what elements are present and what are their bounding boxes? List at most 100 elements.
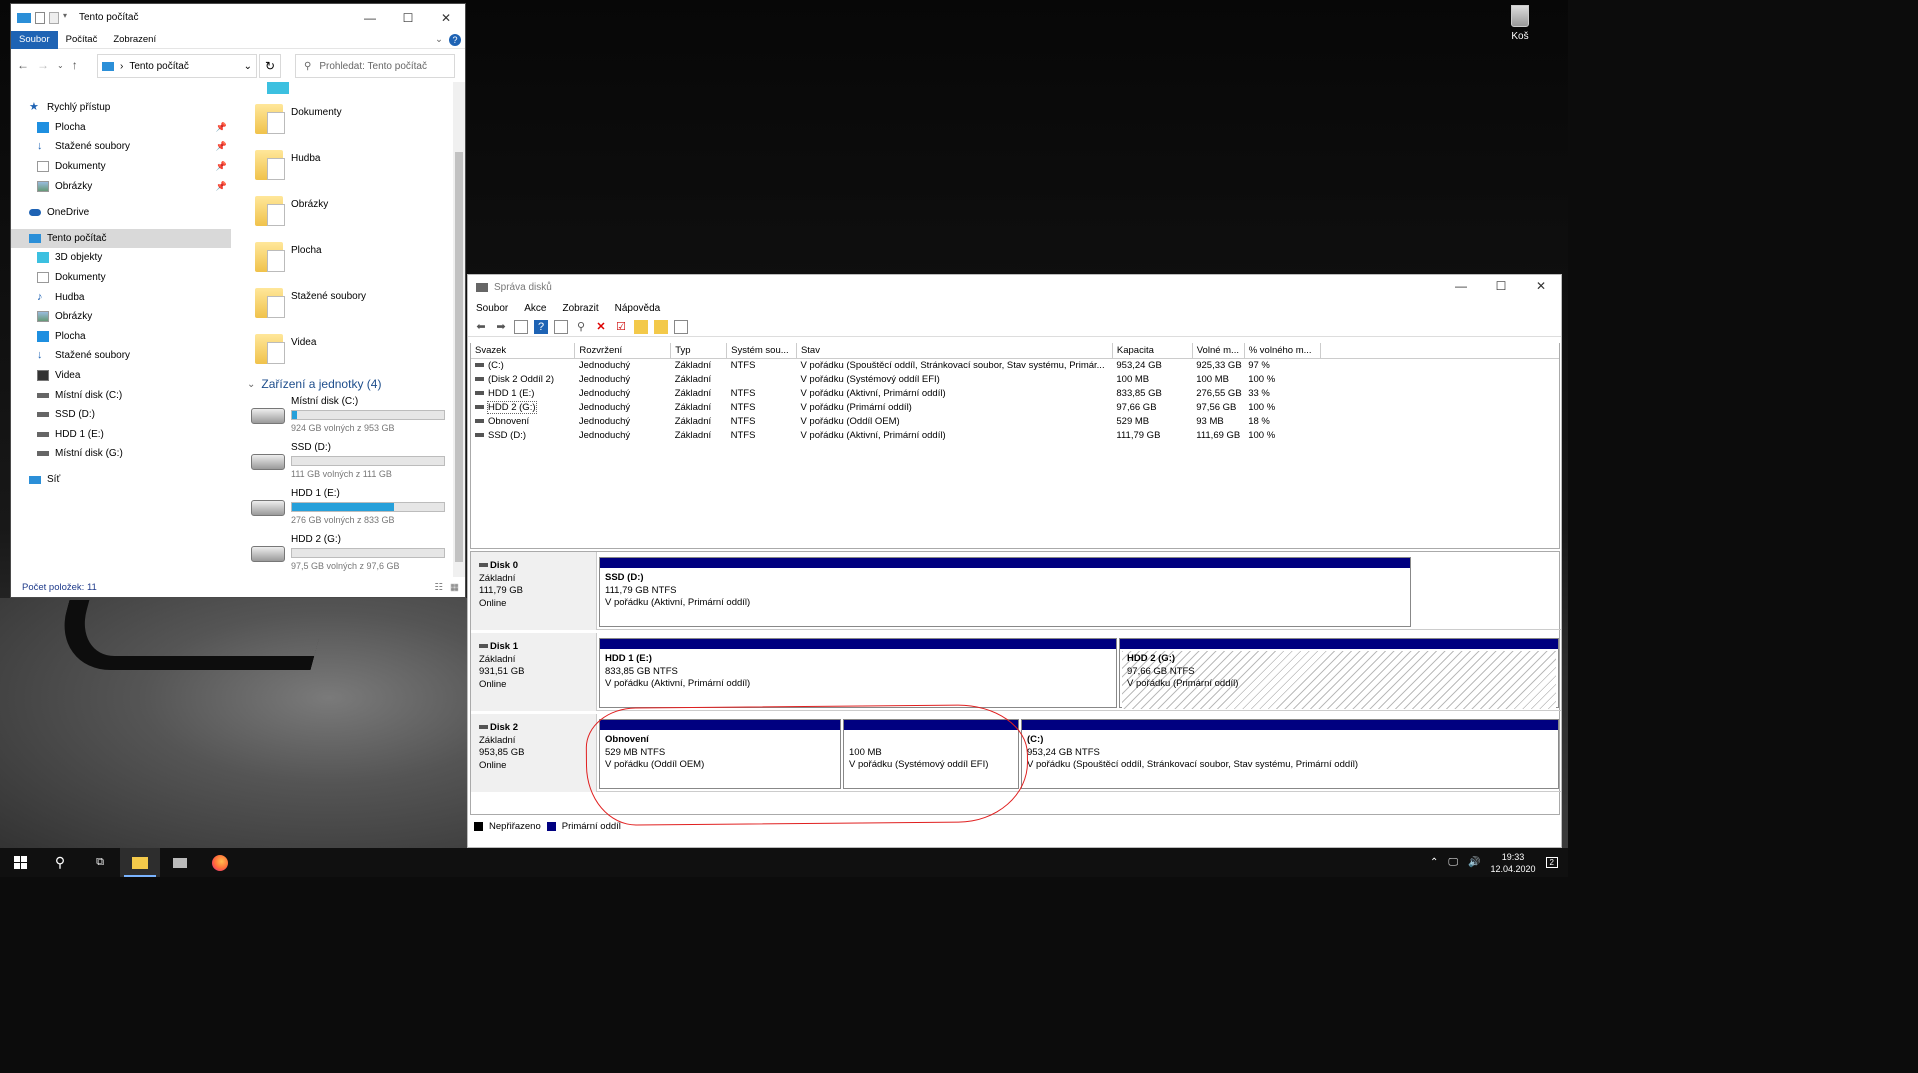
- address-bar[interactable]: › Tento počítač ⌄: [97, 54, 257, 78]
- table-row[interactable]: (C:) Jednoduchý Základní NTFS V pořádku (Spo…: [471, 358, 1559, 372]
- col-typ[interactable]: Typ: [670, 343, 728, 359]
- folder-3d-partial[interactable]: [241, 82, 451, 96]
- col-rozvrzeni[interactable]: Rozvržení: [574, 343, 672, 359]
- col-system-souboru[interactable]: Systém sou...: [726, 343, 797, 359]
- delete-icon[interactable]: ✕: [594, 320, 608, 334]
- disk-label[interactable]: Disk 2 Základní 953,85 GB Online: [471, 714, 597, 792]
- taskbar-file-explorer[interactable]: [120, 848, 160, 877]
- taskbar-firefox[interactable]: [200, 848, 240, 877]
- back-arrow-icon[interactable]: ←: [17, 58, 29, 72]
- minimize-button[interactable]: —: [351, 4, 389, 31]
- col-volne-misto[interactable]: Volné m...: [1192, 343, 1245, 359]
- quick-access-dropdown-icon[interactable]: ▾: [63, 11, 71, 25]
- maximize-button[interactable]: ☐: [1481, 275, 1521, 297]
- explorer-titlebar[interactable]: ▾ Tento počítač — ☐ ✕: [11, 4, 465, 31]
- forward-arrow-icon[interactable]: →: [37, 58, 49, 72]
- nav-drive-c[interactable]: Místní disk (C:): [11, 385, 231, 405]
- menu-soubor[interactable]: Soubor: [476, 303, 508, 314]
- nav-onedrive[interactable]: OneDrive: [11, 202, 231, 222]
- close-button[interactable]: ✕: [1521, 275, 1561, 297]
- nav-videa[interactable]: Videa: [11, 366, 231, 386]
- nav-network[interactable]: Síť: [11, 470, 231, 490]
- tiles-view-icon[interactable]: ▦: [450, 582, 459, 593]
- folder-hudba[interactable]: Hudba: [241, 142, 451, 188]
- details-view-icon[interactable]: ☷: [434, 582, 443, 593]
- devices-section-header[interactable]: ⌄ Zařízení a jednotky (4): [241, 374, 451, 394]
- recycle-bin-shortcut[interactable]: Koš: [1500, 5, 1540, 42]
- taskbar-disk-management[interactable]: [160, 848, 200, 877]
- pin-icon[interactable]: 📌: [216, 141, 227, 152]
- pin-icon[interactable]: 📌: [216, 122, 227, 133]
- diskmgmt-titlebar[interactable]: Správa disků — ☐ ✕: [468, 275, 1561, 299]
- menu-napoveda[interactable]: Nápověda: [615, 303, 661, 314]
- col-kapacita[interactable]: Kapacita: [1112, 343, 1193, 359]
- table-row[interactable]: HDD 1 (E:) Jednoduchý Základní NTFS V pořádk…: [471, 386, 1559, 400]
- chevron-up-icon[interactable]: ⌃: [1430, 857, 1438, 868]
- nav-stazene[interactable]: ↓ Stažené soubory: [11, 346, 231, 366]
- scrollbar-thumb[interactable]: [455, 152, 463, 562]
- table-row[interactable]: SSD (D:) Jednoduchý Základní NTFS V pořádku …: [471, 428, 1559, 442]
- search-button[interactable]: ⚲: [40, 848, 80, 877]
- breadcrumb-chevron-icon[interactable]: ›: [120, 61, 123, 72]
- folder-up-icon[interactable]: [634, 319, 648, 334]
- search-folder-icon[interactable]: [654, 319, 668, 334]
- pin-icon[interactable]: 📌: [216, 181, 227, 192]
- connect-icon[interactable]: ⚲: [574, 320, 588, 334]
- recent-dropdown-icon[interactable]: ⌄: [57, 61, 64, 70]
- help-icon[interactable]: ?: [534, 319, 548, 334]
- disk-label[interactable]: Disk 0 Základní 111,79 GB Online: [471, 552, 597, 630]
- notification-center-icon[interactable]: 2: [1545, 857, 1558, 868]
- help-icon[interactable]: ?: [449, 33, 461, 46]
- partition-hdd1-e[interactable]: HDD 1 (E:) 833,85 GB NTFS V pořádku (Aktiv…: [599, 638, 1117, 708]
- nav-quick-dokumenty[interactable]: Dokumenty 📌: [11, 157, 231, 177]
- drive-c[interactable]: Místní disk (C:) 924 GB volných z 953 GB: [241, 394, 451, 440]
- vertical-scrollbar[interactable]: [453, 82, 465, 577]
- menu-akce[interactable]: Akce: [524, 303, 546, 314]
- nav-plocha[interactable]: Plocha: [11, 327, 231, 347]
- up-arrow-icon[interactable]: ↑: [72, 58, 78, 72]
- folder-plocha[interactable]: Plocha: [241, 234, 451, 280]
- minimize-button[interactable]: —: [1441, 275, 1481, 297]
- nav-dokumenty[interactable]: Dokumenty: [11, 268, 231, 288]
- tab-pocitac[interactable]: Počítač: [58, 31, 106, 49]
- forward-arrow-icon[interactable]: ➡: [494, 320, 508, 334]
- pin-icon[interactable]: 📌: [216, 161, 227, 172]
- start-button[interactable]: [0, 848, 40, 877]
- folder-stazene[interactable]: Stažené soubory: [241, 280, 451, 326]
- nav-drive-g[interactable]: Místní disk (G:): [11, 444, 231, 464]
- drive-e[interactable]: HDD 1 (E:) 276 GB volných z 833 GB: [241, 486, 451, 532]
- nav-drive-d[interactable]: SSD (D:): [11, 405, 231, 425]
- new-folder-icon[interactable]: [49, 11, 59, 24]
- folder-obrazky[interactable]: Obrázky: [241, 188, 451, 234]
- nav-quick-obrazky[interactable]: Obrázky 📌: [11, 176, 231, 196]
- ribbon-expand-icon[interactable]: ⌄: [435, 34, 443, 45]
- drive-g[interactable]: HDD 2 (G:) 97,5 GB volných z 97,6 GB: [241, 532, 451, 577]
- table-row[interactable]: HDD 2 (G:) Jednoduchý Základní NTFS V pořádk…: [471, 400, 1559, 414]
- nav-quick-stazene[interactable]: ↓ Stažené soubory 📌: [11, 137, 231, 157]
- back-arrow-icon[interactable]: ⬅: [474, 320, 488, 334]
- partition-c[interactable]: (C:) 953,24 GB NTFS V pořádku (Spouštěcí o…: [1021, 719, 1559, 789]
- nav-quick-plocha[interactable]: Plocha 📌: [11, 118, 231, 138]
- nav-obrazky[interactable]: Obrázky: [11, 307, 231, 327]
- show-hide-tree-icon[interactable]: [514, 319, 528, 334]
- disk-label[interactable]: Disk 1 Základní 931,51 GB Online: [471, 633, 597, 711]
- col-stav[interactable]: Stav: [796, 343, 1113, 359]
- folder-dokumenty[interactable]: Dokumenty: [241, 96, 451, 142]
- table-row[interactable]: Obnovení Jednoduchý Základní NTFS V pořádku …: [471, 414, 1559, 428]
- refresh-button[interactable]: ↻: [259, 54, 281, 78]
- close-button[interactable]: ✕: [427, 4, 465, 31]
- network-icon[interactable]: 🖵: [1448, 857, 1458, 868]
- table-row[interactable]: (Disk 2 Oddíl 2) Jednoduchý Základní V pořá…: [471, 372, 1559, 386]
- nav-3d-objekty[interactable]: 3D objekty: [11, 248, 231, 268]
- partition-ssd-d[interactable]: SSD (D:) 111,79 GB NTFS V pořádku (Aktivní…: [599, 557, 1411, 627]
- tab-zobrazeni[interactable]: Zobrazení: [105, 31, 164, 49]
- menu-zobrazit[interactable]: Zobrazit: [562, 303, 598, 314]
- col-procento-volneho[interactable]: % volného m...: [1244, 343, 1321, 359]
- address-dropdown-icon[interactable]: ⌄: [244, 61, 252, 72]
- nav-this-pc[interactable]: Tento počítač: [11, 228, 231, 249]
- col-svazek[interactable]: Svazek: [471, 343, 576, 359]
- tab-soubor[interactable]: Soubor: [11, 30, 58, 49]
- nav-drive-e[interactable]: HDD 1 (E:): [11, 425, 231, 445]
- checklist-icon[interactable]: ☑: [614, 320, 628, 334]
- volume-icon[interactable]: 🔊: [1468, 857, 1480, 868]
